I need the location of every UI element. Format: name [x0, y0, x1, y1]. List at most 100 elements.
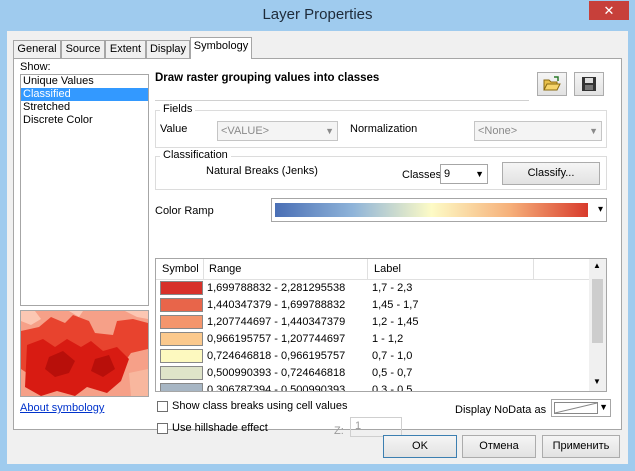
- label-cell[interactable]: 0,3 - 0,5: [372, 384, 412, 391]
- z-factor-label: Z:: [334, 425, 344, 437]
- close-button[interactable]: ✕: [589, 1, 629, 20]
- table-row[interactable]: 1,699788832 - 2,281295538 1,7 - 2,3: [156, 280, 590, 297]
- folder-open-icon: [543, 76, 561, 95]
- chevron-down-icon: ▼: [589, 126, 598, 136]
- range-cell[interactable]: 1,440347379 - 1,699788832: [207, 299, 345, 311]
- show-list: Unique Values Classified Stretched Discr…: [20, 74, 149, 306]
- dialog-client: General Source Extent Display Symbology …: [7, 31, 628, 464]
- scroll-up-icon[interactable]: ▲: [593, 261, 601, 270]
- class-symbol-swatch[interactable]: [160, 332, 203, 346]
- ok-button[interactable]: OK: [383, 435, 457, 458]
- classes-table-header: Symbol Range Label: [156, 259, 590, 280]
- table-row[interactable]: 1,440347379 - 1,699788832 1,45 - 1,7: [156, 297, 590, 314]
- chevron-down-icon: ▼: [325, 126, 334, 136]
- color-ramp-bar: [275, 203, 588, 217]
- classification-group: Classification Natural Breaks (Jenks) Cl…: [155, 149, 607, 190]
- cancel-button[interactable]: Отмена: [462, 435, 536, 458]
- renderer-description: Draw raster grouping values into classes: [155, 72, 380, 84]
- tab-source[interactable]: Source: [61, 40, 105, 58]
- save-icon: [581, 77, 597, 95]
- range-cell[interactable]: 0,724646818 - 0,966195757: [207, 350, 345, 362]
- open-renderer-button[interactable]: [537, 72, 567, 96]
- hillshade-label: Use hillshade effect: [172, 422, 268, 434]
- classes-table: Symbol Range Label 1,699788832 - 2,28129…: [155, 258, 607, 392]
- classes-count-select[interactable]: 9 ▼: [440, 164, 488, 184]
- range-cell[interactable]: 1,207744697 - 1,440347379: [207, 316, 345, 328]
- range-cell[interactable]: 0,966195757 - 1,207744697: [207, 333, 345, 345]
- table-row[interactable]: 0,966195757 - 1,207744697 1 - 1,2: [156, 331, 590, 348]
- label-cell[interactable]: 0,5 - 0,7: [372, 367, 412, 379]
- classification-group-label: Classification: [160, 149, 231, 161]
- chevron-down-icon: ▼: [599, 402, 608, 412]
- classify-button[interactable]: Classify...: [502, 162, 600, 185]
- table-row[interactable]: 0,306787394 - 0,500990393 0,3 - 0,5: [156, 382, 590, 391]
- layer-properties-window: Layer Properties ✕ General Source Extent…: [0, 0, 635, 471]
- scrollbar-thumb[interactable]: [592, 279, 603, 343]
- range-cell[interactable]: 0,500990393 - 0,724646818: [207, 367, 345, 379]
- save-renderer-button[interactable]: [574, 72, 604, 96]
- tab-general[interactable]: General: [13, 40, 61, 58]
- color-ramp-label: Color Ramp: [155, 205, 214, 217]
- tab-extent[interactable]: Extent: [105, 40, 146, 58]
- show-cell-values-checkbox[interactable]: [157, 401, 168, 412]
- classification-method: Natural Breaks (Jenks): [206, 165, 318, 177]
- symbology-preview-image: [20, 310, 149, 397]
- hillshade-checkbox[interactable]: [157, 423, 168, 434]
- tab-display[interactable]: Display: [146, 40, 190, 58]
- label-cell[interactable]: 1,7 - 2,3: [372, 282, 412, 294]
- label-cell[interactable]: 1 - 1,2: [372, 333, 403, 345]
- table-row[interactable]: 1,207744697 - 1,440347379 1,2 - 1,45: [156, 314, 590, 331]
- classes-count-value: 9: [444, 168, 451, 180]
- table-scrollbar[interactable]: ▲ ▼: [589, 259, 606, 391]
- label-column-header[interactable]: Label: [374, 263, 401, 275]
- value-label: Value: [160, 123, 188, 135]
- show-label: Show:: [20, 61, 51, 73]
- apply-button[interactable]: Применить: [542, 435, 620, 458]
- show-item-classified[interactable]: Classified: [21, 88, 148, 101]
- column-divider: [203, 259, 204, 279]
- fields-group: Fields Value <VALUE> ▼ Normalization <No…: [155, 103, 607, 148]
- normalization-label: Normalization: [350, 123, 418, 135]
- tab-symbology[interactable]: Symbology: [190, 37, 252, 59]
- nodata-color-select[interactable]: ▼: [551, 399, 611, 417]
- classes-label: Classes: [402, 169, 442, 181]
- table-row[interactable]: 0,500990393 - 0,724646818 0,5 - 0,7: [156, 365, 590, 382]
- z-factor-input[interactable]: 1: [350, 417, 402, 437]
- label-cell[interactable]: 1,45 - 1,7: [372, 299, 418, 311]
- class-symbol-swatch[interactable]: [160, 349, 203, 363]
- chevron-down-icon: ▼: [475, 169, 484, 179]
- color-ramp-select[interactable]: ▾: [271, 198, 607, 222]
- window-title: Layer Properties: [262, 6, 373, 23]
- show-item-stretched[interactable]: Stretched: [21, 101, 148, 114]
- table-row[interactable]: 0,724646818 - 0,966195757 0,7 - 1,0: [156, 348, 590, 365]
- show-cell-values-label: Show class breaks using cell values: [172, 400, 348, 412]
- renderer-header: Draw raster grouping values into classes: [155, 70, 529, 101]
- value-field-selected: <VALUE>: [221, 125, 270, 137]
- scroll-down-icon[interactable]: ▼: [593, 377, 601, 386]
- show-item-unique-values[interactable]: Unique Values: [21, 75, 148, 88]
- range-cell[interactable]: 0,306787394 - 0,500990393: [207, 384, 345, 391]
- nodata-label: Display NoData as: [455, 404, 547, 416]
- normalization-field-select[interactable]: <None> ▼: [474, 121, 602, 141]
- class-symbol-swatch[interactable]: [160, 383, 203, 391]
- show-item-discrete-color[interactable]: Discrete Color: [21, 114, 148, 127]
- about-symbology-link[interactable]: About symbology: [20, 402, 104, 414]
- symbology-panel: Show: Unique Values Classified Stretched…: [13, 58, 622, 437]
- column-divider: [533, 259, 534, 279]
- label-cell[interactable]: 0,7 - 1,0: [372, 350, 412, 362]
- class-symbol-swatch[interactable]: [160, 315, 203, 329]
- value-field-select[interactable]: <VALUE> ▼: [217, 121, 338, 141]
- class-symbol-swatch[interactable]: [160, 366, 203, 380]
- chevron-down-icon: ▾: [597, 204, 603, 215]
- title-bar: Layer Properties ✕: [0, 0, 635, 31]
- nodata-color-swatch: [554, 402, 598, 414]
- range-cell[interactable]: 1,699788832 - 2,281295538: [207, 282, 345, 294]
- normalization-field-selected: <None>: [478, 125, 518, 137]
- label-cell[interactable]: 1,2 - 1,45: [372, 316, 418, 328]
- symbol-column-header[interactable]: Symbol: [162, 263, 199, 275]
- class-symbol-swatch[interactable]: [160, 281, 203, 295]
- range-column-header[interactable]: Range: [209, 263, 241, 275]
- column-divider: [367, 259, 368, 279]
- fields-group-label: Fields: [160, 103, 196, 115]
- class-symbol-swatch[interactable]: [160, 298, 203, 312]
